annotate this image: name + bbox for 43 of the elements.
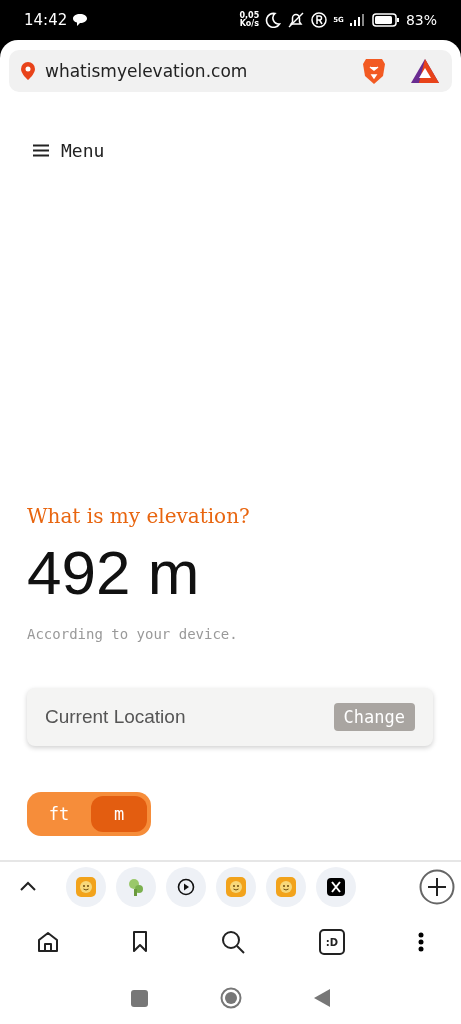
back-icon[interactable] [314,989,330,1008]
tab-thumbnail[interactable] [66,867,106,908]
recents-icon[interactable] [131,989,148,1007]
more-icon[interactable] [418,932,425,953]
signal-icon [349,14,366,26]
address-bar[interactable]: whatismyelevation.com [9,50,452,92]
plant-icon [127,877,145,898]
registered-icon [311,12,328,28]
clock: 14:42 [24,11,68,29]
menu-button[interactable]: Menu [27,135,111,165]
smiley-icon [226,877,246,898]
speed-unit: Ko/s [239,20,259,28]
unit-option[interactable]: m [91,795,147,832]
tab-thumbnail[interactable] [216,867,256,908]
home-circle-icon[interactable] [220,987,242,1010]
bell-off-icon [287,12,306,28]
menu-icon [33,143,49,157]
bookmark-icon[interactable] [132,931,149,954]
speed-value: 0,05 [239,12,260,20]
wallet-button[interactable]: :D [318,929,345,956]
play-icon [177,878,195,897]
moon-icon [265,12,282,28]
location-pin-icon [21,61,35,80]
location-label: Current Location [45,705,186,728]
plus-icon[interactable] [419,869,455,906]
page-heading: What is my elevation? [27,503,250,528]
home-icon[interactable] [36,931,59,954]
tab-thumbnail[interactable] [316,867,356,908]
smiley-icon [76,877,96,898]
caption: According to your device. [27,625,238,642]
smiley-icon [276,877,296,898]
search-icon[interactable] [221,930,246,955]
tab-thumbnail[interactable] [266,867,306,908]
tab-thumbnail[interactable] [166,867,206,908]
battery-icon [371,13,400,27]
triangle-icon[interactable] [410,57,440,84]
chat-icon [73,14,88,26]
lion-shield-icon[interactable] [362,56,386,85]
cross-icon [327,878,345,897]
tab-thumbnail[interactable] [116,867,156,908]
battery-level: 83% [405,12,437,28]
url-text: whatismyelevation.com [45,60,249,81]
elevation-value: 492 m [27,541,200,604]
